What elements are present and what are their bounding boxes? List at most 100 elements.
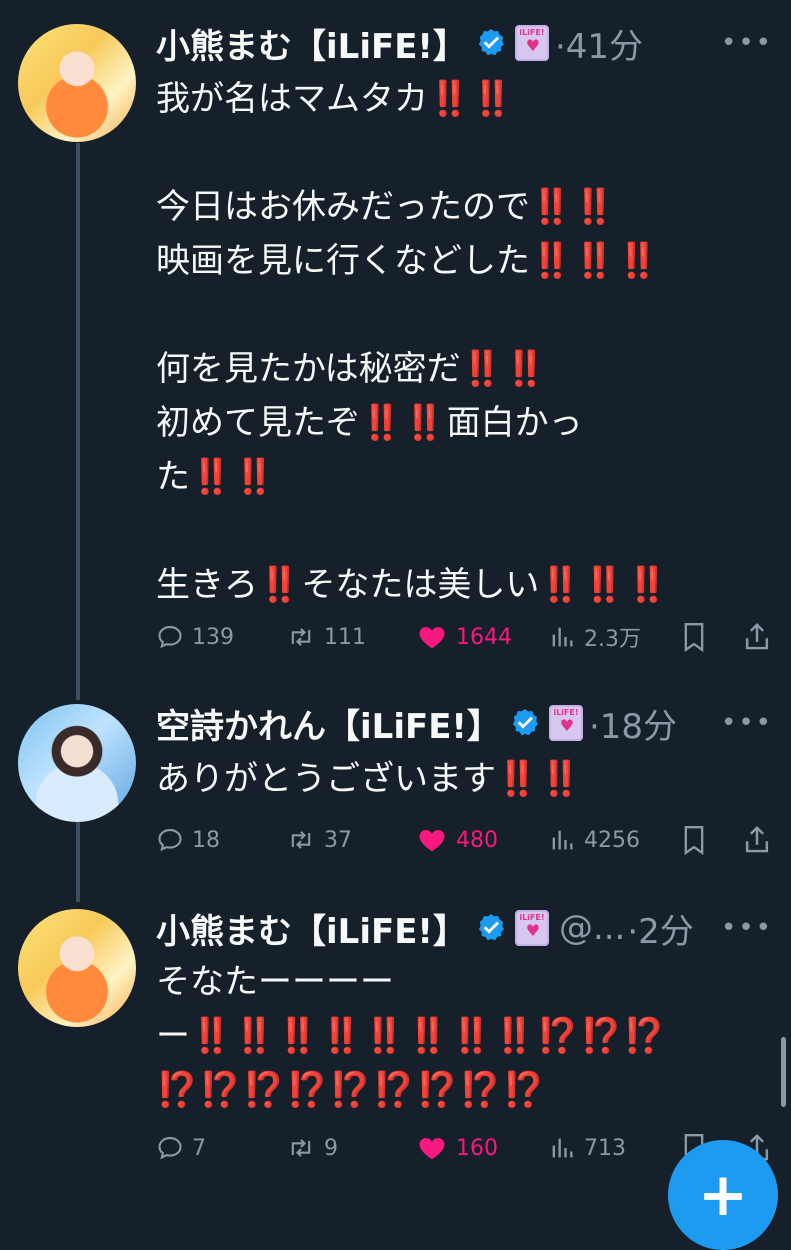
avatar[interactable] [18, 704, 136, 822]
display-name[interactable]: 小熊まむ【iLiFE!】 [156, 19, 467, 68]
affiliate-badge[interactable]: iLiFE! ♥ [548, 705, 583, 741]
like-button[interactable]: 1644 [416, 617, 512, 657]
retweet-count: 111 [324, 624, 366, 650]
exclamation-emoji: ‼️‼️ [360, 403, 447, 443]
exclamation-emoji: ⁉️⁉️⁉️⁉️⁉️⁉️⁉️⁉️⁉️ [156, 1070, 547, 1110]
exclamation-emoji: ‼️‼️‼️ [530, 241, 661, 281]
tweet-text-segment: そなたは美しい [301, 565, 540, 605]
retweet-count: 9 [324, 1135, 338, 1161]
scrollbar[interactable] [781, 1037, 786, 1107]
like-count: 160 [456, 1135, 498, 1161]
verified-badge-icon [512, 709, 538, 736]
tweet-text-line: た‼️‼️ [156, 450, 669, 504]
reply-button[interactable]: 7 [156, 1128, 206, 1168]
compose-tweet-button[interactable]: + [668, 1140, 778, 1250]
tweet-text: そなたーーーーー‼️‼️‼️‼️‼️‼️‼️‼️⁉️⁉️⁉️ ⁉️⁉️⁉️⁉️⁉️… [156, 955, 667, 1117]
tweet-text-line: 今日はお休みだったので‼️‼️ [156, 180, 669, 234]
views-button[interactable]: 2.3万 [548, 617, 641, 657]
exclamation-emoji: ‼️‼️ [530, 187, 617, 227]
views-count: 713 [584, 1135, 626, 1161]
reply-count: 7 [192, 1135, 206, 1161]
retweet-button[interactable]: 111 [286, 617, 366, 657]
verified-badge-icon [478, 914, 504, 941]
views-button[interactable]: 4256 [548, 820, 640, 860]
views-chart-icon [552, 830, 573, 850]
reply-count: 139 [192, 624, 234, 650]
reply-icon [158, 1137, 182, 1160]
exclamation-emoji: ‼️ [258, 565, 302, 605]
tweet-text-line: 生きろ‼️そなたは美しい‼️‼️‼️ [156, 558, 669, 612]
more-options-icon[interactable]: ••• [721, 708, 773, 738]
retweet-icon [291, 1139, 311, 1157]
like-button[interactable]: 480 [416, 820, 498, 860]
tweet-time[interactable]: ·2分 [627, 904, 693, 953]
exclamation-emoji: ‼️‼️ [460, 349, 548, 389]
tweet-text-segment: 今日はお休みだったので [156, 187, 530, 227]
tweet-text: 我が名はマムタカ‼️‼️ 今日はお休みだったので‼️‼️ 映画を見に行くなどした‼️… [156, 72, 669, 612]
bookmark-icon[interactable] [680, 824, 708, 856]
tweet-text-line: そなたーーーー [156, 955, 667, 1009]
tweet-text-line: 初めて見たぞ‼️‼️面白かっ [156, 396, 669, 450]
exclamation-emoji: ‼️‼️ [190, 457, 277, 497]
tweet-text-segment: ー [156, 1016, 190, 1056]
tweet-text-line [156, 504, 669, 558]
views-count: 2.3万 [584, 627, 641, 652]
bookmark-icon[interactable] [680, 621, 708, 653]
heart-icon [419, 830, 445, 852]
retweet-icon [291, 628, 311, 646]
tweet-text-line: ありがとうございます‼️‼️ [156, 752, 583, 806]
tweet-header: 小熊まむ【iLiFE!】 iLiFE! ♥ @... ·2分 [156, 903, 694, 953]
avatar[interactable] [18, 24, 136, 142]
tweet-text-line: ⁉️⁉️⁉️⁉️⁉️⁉️⁉️⁉️⁉️ [156, 1063, 667, 1117]
tweet-text-line: 我が名はマムタカ‼️‼️ [156, 72, 669, 126]
like-count: 1644 [456, 624, 512, 650]
tweet-text-segment: ありがとうございます [156, 759, 496, 799]
views-button[interactable]: 713 [548, 1128, 626, 1168]
affiliate-badge[interactable]: iLiFE! ♥ [514, 25, 549, 61]
retweet-button[interactable]: 9 [286, 1128, 338, 1168]
tweet-text-line [156, 288, 669, 342]
share-icon[interactable] [742, 824, 772, 856]
user-handle[interactable]: @... [559, 908, 625, 948]
reply-count: 18 [192, 827, 220, 853]
reply-button[interactable]: 139 [156, 617, 234, 657]
tweet-header: 空詩かれん【iLiFE!】 iLiFE! ♥ ·18分 [156, 698, 677, 748]
tweet-header: 小熊まむ【iLiFE!】 iLiFE! ♥ ·41分 [156, 18, 643, 68]
like-count: 480 [456, 827, 498, 853]
affiliate-badge[interactable]: iLiFE! ♥ [514, 910, 549, 946]
tweet-text-line: 映画を見に行くなどした‼️‼️‼️ [156, 234, 669, 288]
tweet-time[interactable]: ·18分 [589, 699, 677, 748]
views-count: 4256 [584, 827, 640, 853]
tweet-text: ありがとうございます‼️‼️ [156, 752, 583, 806]
like-button[interactable]: 160 [416, 1128, 498, 1168]
avatar[interactable] [18, 909, 136, 1027]
reply-icon [158, 829, 182, 852]
tweet-text-segment: 我が名はマムタカ [156, 79, 428, 119]
tweet[interactable]: 小熊まむ【iLiFE!】 iLiFE! ♥ ·41分 ••• 我が名はマムタカ‼… [0, 0, 791, 680]
tweet-text-segment: 初めて見たぞ [156, 403, 360, 443]
tweet-text-segment: た [156, 457, 190, 497]
verified-badge-icon [478, 29, 504, 56]
display-name[interactable]: 小熊まむ【iLiFE!】 [156, 904, 467, 953]
tweet[interactable]: 小熊まむ【iLiFE!】 iLiFE! ♥ @... ·2分 ••• そなたーー… [0, 895, 791, 1200]
more-options-icon[interactable]: ••• [721, 913, 773, 943]
display-name[interactable]: 空詩かれん【iLiFE!】 [156, 699, 501, 748]
more-options-icon[interactable]: ••• [721, 28, 773, 58]
retweet-button[interactable]: 37 [286, 820, 352, 860]
tweet-text-segment: 生きろ [156, 565, 258, 605]
heart-icon [419, 1138, 445, 1160]
exclamation-emoji: ‼️‼️‼️ [539, 565, 670, 605]
butterfly-icon: ♥ [559, 716, 575, 735]
tweet-text-line [156, 126, 669, 180]
views-chart-icon [552, 627, 573, 647]
reply-button[interactable]: 18 [156, 820, 220, 860]
tweet-text-segment: 何を見たかは秘密だ [156, 349, 461, 389]
tweet-actions: 139 111 1644 2.3万 [156, 617, 772, 657]
tweet-text-segment: 映画を見に行くなどした [156, 241, 530, 281]
heart-icon [419, 627, 445, 649]
butterfly-icon: ♥ [525, 921, 541, 940]
exclamation-emoji: ‼️‼️‼️‼️‼️‼️‼️‼️⁉️⁉️⁉️ [190, 1016, 667, 1056]
share-icon[interactable] [742, 621, 772, 653]
tweet[interactable]: 空詩かれん【iLiFE!】 iLiFE! ♥ ·18分 ••• ありがとうござい… [0, 690, 791, 890]
tweet-time[interactable]: ·41分 [555, 19, 643, 68]
